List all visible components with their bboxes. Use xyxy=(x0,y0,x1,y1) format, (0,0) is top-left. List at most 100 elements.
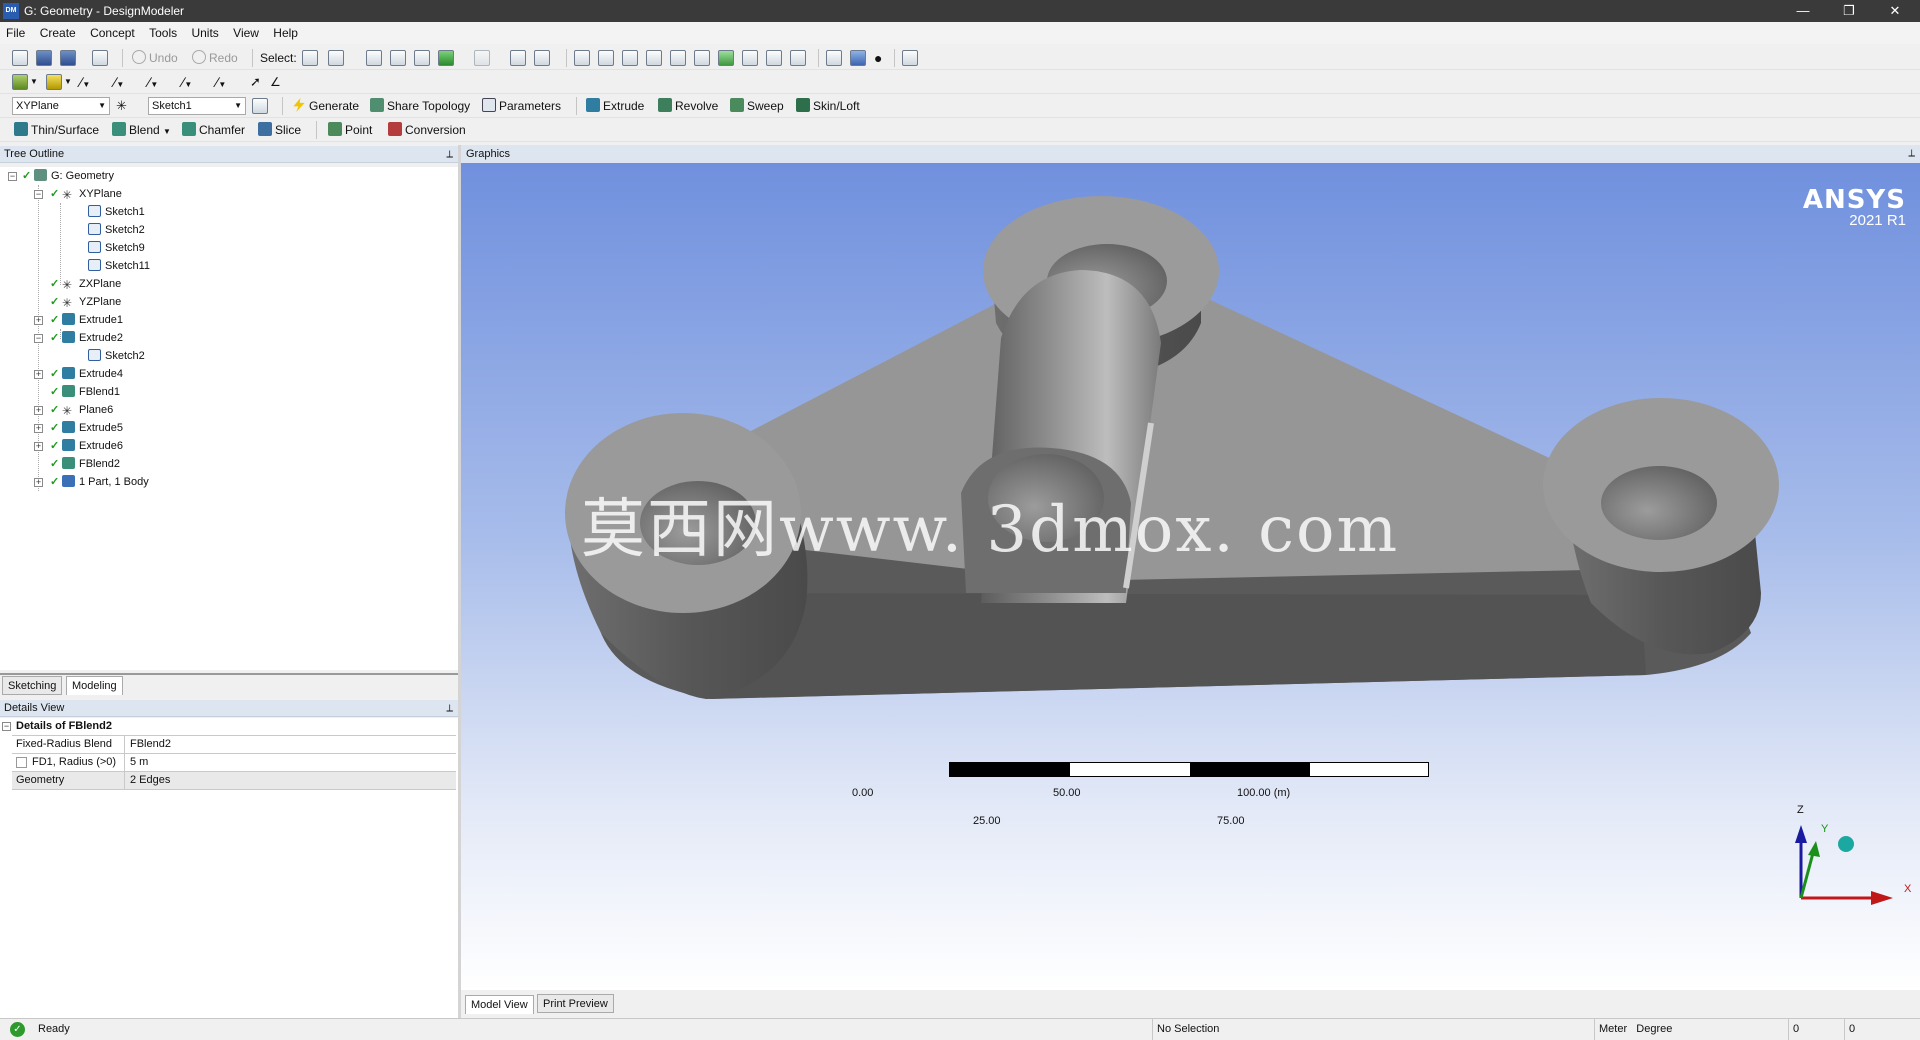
details-expander[interactable]: − xyxy=(2,722,11,731)
previous-view-icon[interactable] xyxy=(766,50,782,66)
tree-expander[interactable]: − xyxy=(8,172,17,181)
tree-node-sketch1[interactable]: Sketch1 xyxy=(88,203,145,221)
tree-node-extrude6[interactable]: ✓ Extrude6 xyxy=(50,437,123,455)
point-button[interactable]: Point xyxy=(328,121,372,139)
rotate-icon[interactable] xyxy=(574,50,590,66)
plane-color-dropdown-icon[interactable]: ▼ xyxy=(30,73,38,91)
tab-sketching[interactable]: Sketching xyxy=(2,676,63,695)
tab-modeling[interactable]: Modeling xyxy=(66,676,123,695)
constraint-tool-icon[interactable]: ∠ xyxy=(270,73,281,91)
tree-expander[interactable]: − xyxy=(34,190,43,199)
body-color-icon[interactable] xyxy=(46,74,62,90)
select-points-icon[interactable] xyxy=(366,50,382,66)
axis-triad[interactable] xyxy=(1771,803,1911,913)
graphics-viewport[interactable]: ANSYS 2021 R1 莫西网www. 3dmox. com 0.00 50… xyxy=(461,163,1920,990)
zoom-fit-icon[interactable] xyxy=(670,50,686,66)
tree-node-plane6[interactable]: ✓ ✳ Plane6 xyxy=(50,401,113,419)
magnifier-icon[interactable] xyxy=(718,50,734,66)
menu-help[interactable]: Help xyxy=(267,22,303,40)
tree-node-xyplane[interactable]: ✓ ✳ XYPlane xyxy=(50,185,122,203)
point-display-icon[interactable]: ● xyxy=(874,49,882,67)
save-all-icon[interactable] xyxy=(60,50,76,66)
tree-node-fblend2[interactable]: ✓ FBlend2 xyxy=(50,455,120,473)
select-edges-icon[interactable] xyxy=(390,50,406,66)
extend-selection-icon[interactable] xyxy=(474,50,490,66)
tree-node-extrude5[interactable]: ✓ Extrude5 xyxy=(50,419,123,437)
pan-icon[interactable] xyxy=(598,50,614,66)
tree-node-sketch2[interactable]: Sketch2 xyxy=(88,221,145,239)
curve-tool-icon[interactable]: ∕▼ xyxy=(148,73,158,91)
menu-file[interactable]: File xyxy=(0,22,30,40)
screenshot-icon[interactable] xyxy=(92,50,108,66)
select-filter-icon[interactable] xyxy=(328,50,344,66)
display-model-icon[interactable] xyxy=(850,50,866,66)
chamfer-button[interactable]: Chamfer xyxy=(182,121,245,139)
next-view-icon[interactable] xyxy=(790,50,806,66)
tree-node-zxplane[interactable]: ✓ ✳ ZXPlane xyxy=(50,275,121,293)
select-faces-icon[interactable] xyxy=(414,50,430,66)
select-bodies-icon[interactable] xyxy=(438,50,454,66)
restore-button[interactable]: ❐ xyxy=(1826,0,1872,22)
sketch-select[interactable]: Sketch1 ▼ xyxy=(148,97,246,115)
box-select-icon[interactable] xyxy=(534,50,550,66)
tree-node-extrude4[interactable]: ✓ Extrude4 xyxy=(50,365,123,383)
pin-icon[interactable]: ⟂ xyxy=(1908,145,1915,163)
details-value[interactable]: 5 m xyxy=(126,754,148,771)
blend-button[interactable]: Blend ▼ xyxy=(112,121,171,139)
line-tool-icon[interactable]: ∕▼ xyxy=(80,73,90,91)
skinloft-button[interactable]: Skin/Loft xyxy=(796,97,860,115)
tree-node-extrude2[interactable]: ✓ Extrude2 xyxy=(50,329,123,347)
menu-concept[interactable]: Concept xyxy=(84,22,140,40)
slice-button[interactable]: Slice xyxy=(258,121,301,139)
trim-tool-icon[interactable]: ∕▼ xyxy=(216,73,226,91)
tree-expander[interactable]: + xyxy=(34,370,43,379)
new-plane-icon[interactable]: ✳ xyxy=(116,97,127,115)
menu-tools[interactable]: Tools xyxy=(143,22,182,40)
revolve-button[interactable]: Revolve xyxy=(658,97,718,115)
minimize-button[interactable]: — xyxy=(1780,0,1826,22)
pin-icon[interactable]: ⟂ xyxy=(446,700,453,717)
parameter-checkbox[interactable] xyxy=(16,757,27,768)
redo-button[interactable]: Redo xyxy=(192,49,238,67)
menu-units[interactable]: Units xyxy=(185,22,223,40)
tree-node-yzplane[interactable]: ✓ ✳ YZPlane xyxy=(50,293,121,311)
pin-tool-icon[interactable]: ➚ xyxy=(250,73,261,91)
tree-node-extrude2-sketch2[interactable]: Sketch2 xyxy=(88,347,145,365)
select-all-icon[interactable] xyxy=(510,50,526,66)
tree-node-extrude1[interactable]: ✓ Extrude1 xyxy=(50,311,123,329)
save-icon[interactable] xyxy=(36,50,52,66)
tree-node-geometry[interactable]: ✓ G: Geometry xyxy=(22,167,114,185)
zoom-window-icon[interactable] xyxy=(694,50,710,66)
triad-icon[interactable] xyxy=(826,50,842,66)
tree-expander[interactable]: + xyxy=(34,478,43,487)
new-sketch-icon[interactable] xyxy=(252,98,268,114)
tab-print-preview[interactable]: Print Preview xyxy=(537,994,614,1013)
share-topology-button[interactable]: Share Topology xyxy=(370,97,470,115)
tree-node-parts-bodies[interactable]: ✓ 1 Part, 1 Body xyxy=(50,473,149,491)
details-row[interactable]: Geometry 2 Edges xyxy=(12,772,456,790)
body-color-dropdown-icon[interactable]: ▼ xyxy=(64,73,72,91)
box-zoom-icon[interactable] xyxy=(646,50,662,66)
menu-view[interactable]: View xyxy=(227,22,264,40)
tree-expander[interactable]: + xyxy=(34,424,43,433)
help-cursor-icon[interactable] xyxy=(902,50,918,66)
thin-surface-button[interactable]: Thin/Surface xyxy=(14,121,99,139)
tree-node-fblend1[interactable]: ✓ FBlend1 xyxy=(50,383,120,401)
menu-create[interactable]: Create xyxy=(34,22,81,40)
tree-expander[interactable]: + xyxy=(34,442,43,451)
spline-tool-icon[interactable]: ∕▼ xyxy=(182,73,192,91)
pin-icon[interactable]: ⟂ xyxy=(446,146,453,163)
tree-expander[interactable]: − xyxy=(34,334,43,343)
conversion-button[interactable]: Conversion xyxy=(388,121,466,139)
zoom-out-icon[interactable] xyxy=(742,50,758,66)
parameters-button[interactable]: Parameters xyxy=(482,97,561,115)
details-row[interactable]: FD1, Radius (>0) 5 m xyxy=(12,754,456,772)
tree-node-sketch11[interactable]: Sketch11 xyxy=(88,257,150,275)
tab-model-view[interactable]: Model View xyxy=(465,995,534,1014)
polyline-tool-icon[interactable]: ∕▼ xyxy=(114,73,124,91)
zoom-icon[interactable] xyxy=(622,50,638,66)
close-button[interactable]: ✕ xyxy=(1872,0,1918,22)
tree-expander[interactable]: + xyxy=(34,406,43,415)
plane-color-icon[interactable] xyxy=(12,74,28,90)
tree-node-sketch9[interactable]: Sketch9 xyxy=(88,239,145,257)
